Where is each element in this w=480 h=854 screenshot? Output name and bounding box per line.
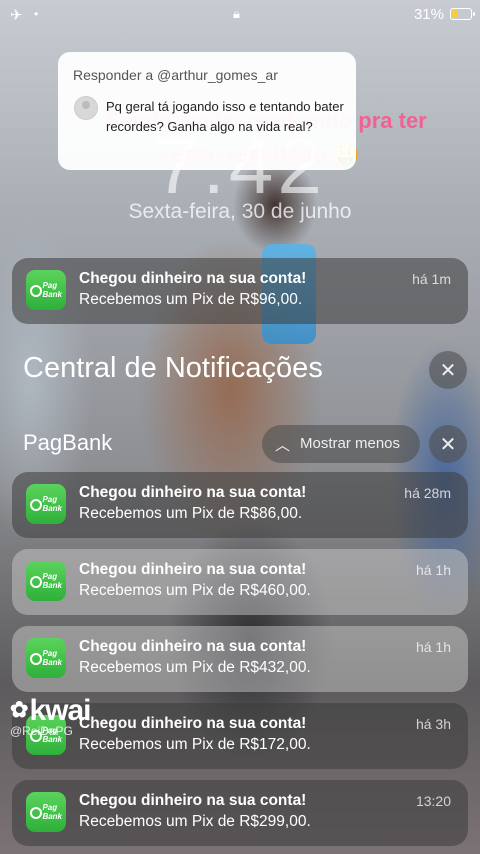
notification-center-title: Central de Notificações [23,352,323,384]
battery-percent: 31% [413,6,444,23]
notification-title: Chegou dinheiro na sua conta! [79,715,307,732]
top-notification[interactable]: Pag Bank Chegou dinheiro na sua conta! Re… [12,258,468,324]
notification-item[interactable]: Pag Bank Chegou dinheiro na sua conta! Rece… [12,626,468,692]
close-icon: ✕ [439,359,457,382]
reply-comment-card: Responder a @arthur_gomes_ar Pq geral tá… [58,52,356,170]
reply-title: Responder a @arthur_gomes_ar [73,67,278,83]
notification-time: há 1m [412,271,451,287]
notification-time: há 3h [415,716,451,732]
lockscreen-date: Sexta-feira, 30 de junho [128,200,352,223]
clear-all-button[interactable]: ✕ [429,351,467,389]
pagbank-app-icon: Pag Bank [26,792,66,832]
chevron-up-icon: ︿ [275,437,291,454]
notification-time: 13:20 [415,793,451,809]
clear-group-button[interactable]: ✕ [429,425,467,463]
notification-title: Chegou dinheiro na sua conta! [79,792,307,809]
status-bar: ✈ • 🔒︎ 31% [0,0,480,30]
reply-comment-text: Pq geral tá jogando isso e tentando bate… [106,99,344,134]
notification-item[interactable]: Pag Bank Chegou dinheiro na sua conta! Rece… [12,780,468,846]
lock-icon: 🔒︎ [233,6,240,21]
group-label: PagBank [23,430,113,455]
notification-body: Recebemos um Pix de R$86,00. [79,505,303,522]
kwai-watermark: ✿kwai [10,694,91,727]
notification-time: há 1h [415,639,451,655]
pagbank-app-icon: Pag Bank [26,270,66,310]
close-icon: ✕ [439,433,457,456]
notification-body: Recebemos um Pix de R$460,00. [79,582,311,599]
notification-title: Chegou dinheiro na sua conta! [79,561,307,578]
notification-body: Recebemos um Pix de R$96,00. [79,291,303,308]
notification-item[interactable]: Pag Bank Chegou dinheiro na sua conta! Rece… [12,549,468,615]
pagbank-app-icon: Pag Bank [26,561,66,601]
watermark-handle: @ReiDaPG [10,724,73,738]
kwai-logo-icon: ✿ [10,697,28,722]
notification-body: Recebemos um Pix de R$299,00. [79,813,311,830]
notification-time: há 28m [404,485,451,501]
avatar [74,96,98,120]
notification-item[interactable]: Pag Bank Chegou dinheiro na sua conta! Rece… [12,472,468,538]
pagbank-app-icon: Pag Bank [26,638,66,678]
notification-time: há 1h [415,562,451,578]
notification-title: Chegou dinheiro na sua conta! [79,638,307,655]
battery-icon [450,8,475,20]
notification-body: Recebemos um Pix de R$432,00. [79,659,311,676]
notification-body: Recebemos um Pix de R$172,00. [79,736,311,753]
show-less-button[interactable]: ︿ Mostrar menos [262,425,420,463]
notification-title: Chegou dinheiro na sua conta! [79,270,307,287]
notification-title: Chegou dinheiro na sua conta! [79,484,307,501]
pagbank-app-icon: Pag Bank [26,484,66,524]
airplane-icon: ✈ [10,7,23,24]
signal-icon: • [34,7,39,21]
